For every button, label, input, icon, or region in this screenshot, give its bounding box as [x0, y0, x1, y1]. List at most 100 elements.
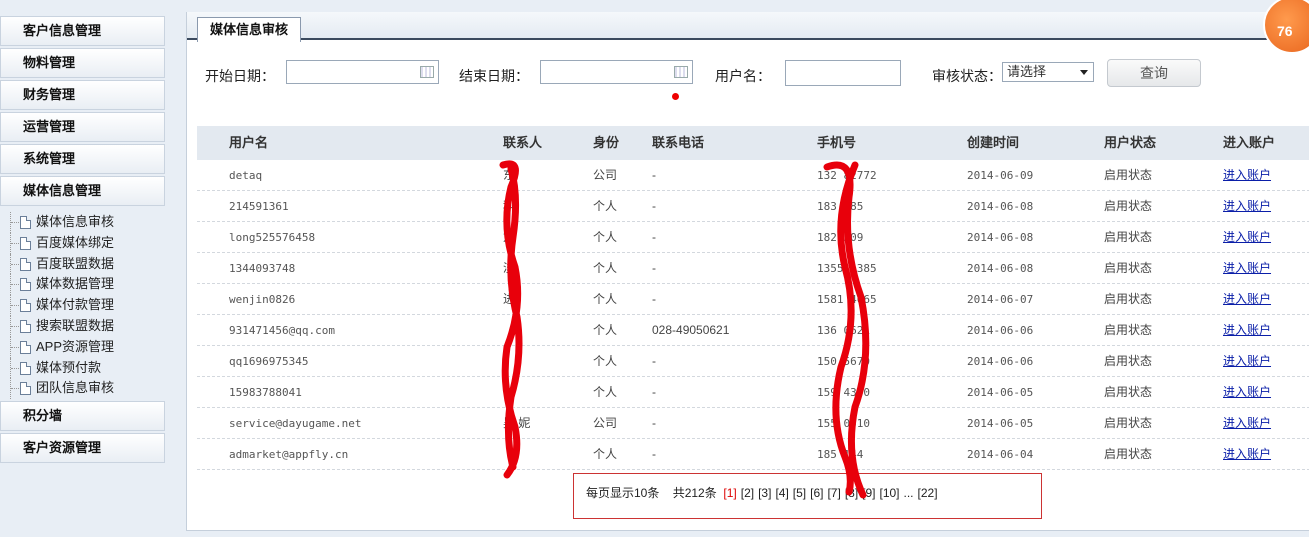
cell-identity: 个人 — [593, 323, 618, 337]
total-count-text: 共212条 — [672, 486, 717, 500]
cell-mobile: 136 0621 — [817, 324, 870, 337]
cell-contact: 淡 — [503, 261, 516, 275]
cell-mobile: 183 385 — [817, 200, 864, 213]
calendar-icon[interactable] — [420, 66, 434, 78]
enter-account-link[interactable]: 进入账户 — [1223, 160, 1271, 191]
table-row: wenjin0826 进 个人 - 1581 4065 2014-06-07 启用状态 进入账… — [197, 284, 1309, 315]
cell-contact: 科 — [503, 199, 516, 213]
sidebar-item-search-union[interactable]: 搜索联盟数据 — [0, 315, 166, 337]
enter-account-link[interactable]: 进入账户 — [1223, 377, 1271, 408]
menu-media-info[interactable]: 媒体信息管理 — [0, 176, 165, 206]
cell-username: service@dayugame.net — [229, 417, 362, 430]
document-icon — [20, 216, 31, 229]
cell-username: 214591361 — [229, 200, 289, 213]
tab-bar: 媒体信息审核 — [187, 12, 1309, 42]
tab-media-review[interactable]: 媒体信息审核 — [197, 17, 302, 42]
table-body: detaq 东公司 -132 82772 2014-06-09 启用状态 进入账户 2145… — [197, 160, 1309, 470]
enter-account-link[interactable]: 进入账户 — [1223, 315, 1271, 346]
page-link[interactable]: [22] — [918, 486, 938, 500]
cell-mobile: 182 309 — [817, 231, 864, 244]
menu-operations[interactable]: 运营管理 — [0, 112, 165, 142]
username-label: 用户名： — [715, 68, 771, 84]
page-link[interactable]: [7] — [827, 486, 840, 500]
enter-account-link[interactable]: 进入账户 — [1223, 191, 1271, 222]
page-link[interactable]: [9] — [862, 486, 875, 500]
cell-username: long525576458 — [229, 231, 316, 244]
document-icon — [20, 361, 31, 375]
cell-created: 2014-06-04 — [967, 448, 1034, 461]
page-link[interactable]: [5] — [793, 486, 806, 500]
per-page-text: 每页显示10条 — [586, 486, 660, 500]
end-date-input[interactable] — [540, 60, 693, 84]
cell-created: 2014-06-05 — [967, 417, 1034, 430]
cell-identity: 公司 — [593, 416, 618, 430]
cell-created: 2014-06-06 — [967, 324, 1034, 337]
cell-username: admarket@appfly.cn — [229, 448, 349, 461]
sidebar-item-app-resources[interactable]: APP资源管理 — [0, 336, 166, 358]
page-link[interactable]: [8] — [845, 486, 858, 500]
menu-points-wall[interactable]: 积分墙 — [0, 401, 165, 432]
cell-phone: - — [652, 230, 656, 244]
query-button[interactable]: 查询 — [1107, 59, 1201, 87]
cell-created: 2014-06-08 — [967, 262, 1034, 275]
enter-account-link[interactable]: 进入账户 — [1223, 346, 1271, 377]
cell-created: 2014-06-05 — [967, 386, 1034, 399]
cell-created: 2014-06-08 — [967, 231, 1034, 244]
table-header: 用户名 联系人 身份 联系电话 手机号 创建时间 用户状态 进入账户 — [197, 126, 1309, 160]
enter-account-link[interactable]: 进入账户 — [1223, 253, 1271, 284]
sidebar-item-baidu-union[interactable]: 百度联盟数据 — [0, 253, 166, 275]
main-panel: 媒体信息审核 开始日期： 结束日期： 用户名： 审核状态： 请选择 查询 用户名… — [186, 0, 1309, 531]
page-link[interactable]: [6] — [810, 486, 823, 500]
calendar-icon[interactable] — [674, 66, 688, 78]
enter-account-link[interactable]: 进入账户 — [1223, 222, 1271, 253]
sidebar-item-media-payment[interactable]: 媒体付款管理 — [0, 295, 166, 316]
col-phone: 联系电话 — [652, 135, 705, 150]
sidebar-item-label: 百度媒体绑定 — [36, 234, 115, 250]
col-enter-account: 进入账户 — [1223, 135, 1276, 150]
review-status-select[interactable]: 请选择 — [1002, 62, 1094, 82]
menu-system[interactable]: 系统管理 — [0, 144, 165, 174]
sidebar-item-label: 搜索联盟数据 — [36, 317, 115, 333]
cell-identity: 公司 — [593, 168, 618, 182]
table-row: 214591361 科 个人 - 183 385 2014-06-08 启用状态 进入账户 — [197, 191, 1309, 222]
sidebar-item-label: APP资源管理 — [36, 338, 115, 354]
cell-contact: 进 — [503, 292, 516, 306]
cell-user-status: 启用状态 — [1104, 199, 1153, 213]
username-input[interactable] — [785, 60, 901, 86]
table-row: qq1696975345 个人 - 150 5670 2014-06-06 启用状态 进入账… — [197, 346, 1309, 377]
cell-username: detaq — [229, 169, 263, 182]
page-link[interactable]: [1] — [723, 486, 736, 500]
col-username: 用户名 — [229, 135, 269, 150]
sidebar-item-media-prepay[interactable]: 媒体预付款 — [0, 357, 166, 379]
notification-badge[interactable]: 76 — [1263, 0, 1309, 54]
enter-account-link[interactable]: 进入账户 — [1223, 408, 1271, 439]
enter-account-link[interactable]: 进入账户 — [1223, 284, 1271, 315]
page-link[interactable]: [4] — [775, 486, 788, 500]
col-mobile: 手机号 — [817, 135, 857, 150]
cell-phone: - — [652, 168, 656, 182]
menu-customer-info[interactable]: 客户信息管理 — [0, 16, 165, 46]
page-link[interactable]: [10] — [880, 486, 900, 500]
document-icon — [20, 299, 31, 313]
col-identity: 身份 — [593, 135, 620, 150]
menu-customer-resources[interactable]: 客户资源管理 — [0, 433, 165, 464]
sidebar-item-media-review[interactable]: 媒体信息审核 — [0, 212, 166, 233]
sidebar-item-baidu-binding[interactable]: 百度媒体绑定 — [0, 232, 166, 254]
document-icon — [20, 319, 31, 333]
menu-finance[interactable]: 财务管理 — [0, 80, 165, 110]
page-link[interactable]: [2] — [741, 486, 754, 500]
sidebar-item-label: 媒体数据管理 — [36, 276, 115, 292]
cell-identity: 个人 — [593, 261, 618, 275]
page-link[interactable]: [3] — [758, 486, 771, 500]
menu-materials[interactable]: 物料管理 — [0, 48, 165, 78]
sidebar-item-team-review[interactable]: 团队信息审核 — [0, 378, 166, 400]
sidebar-item-media-data[interactable]: 媒体数据管理 — [0, 274, 166, 296]
media-submenu: 媒体信息审核 百度媒体绑定 百度联盟数据 媒体数据管理 媒体付款管理 搜索联盟数… — [0, 208, 166, 401]
start-date-input[interactable] — [286, 60, 439, 84]
cell-mobile: 159 4360 — [817, 386, 870, 399]
cell-mobile: 1581 4065 — [817, 293, 877, 306]
start-date-label: 开始日期： — [205, 68, 275, 84]
document-icon — [20, 236, 31, 250]
enter-account-link[interactable]: 进入账户 — [1223, 439, 1271, 470]
filter-bar: 开始日期： 结束日期： 用户名： 审核状态： 请选择 查询 — [187, 59, 1309, 90]
